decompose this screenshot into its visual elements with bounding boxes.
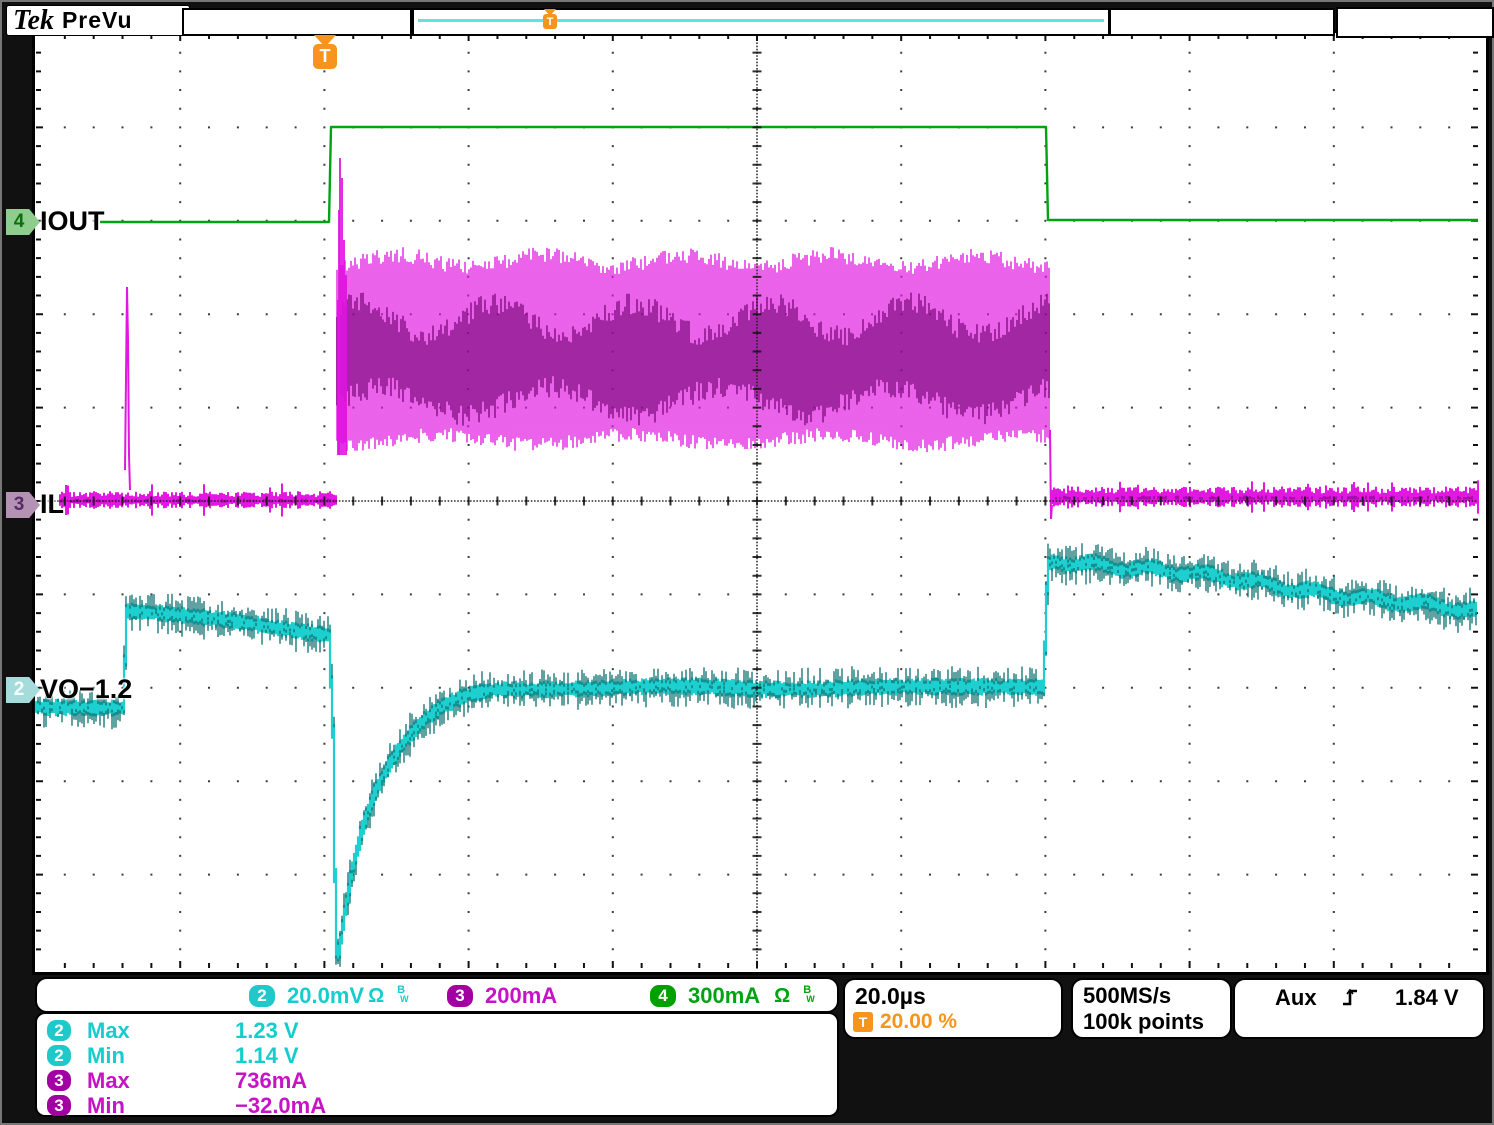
trace-label-il: IL [40,489,64,520]
waveform-overview-bar[interactable] [412,8,1110,36]
trigger-t-icon: T [543,14,557,29]
overview-trigger-marker[interactable]: T [543,9,557,29]
measurement-value: 1.14 V [235,1043,299,1069]
top-readout-blank-left [182,8,412,36]
tek-logo-box: Tek PreVu [6,5,190,36]
measurement-name: Min [87,1043,125,1069]
channel-scale-readout-bar: 2 20.0mVΩBW 3 200mA 4 300mAΩBW [35,977,839,1013]
trigger-t-icon: T [853,1012,873,1032]
trace-label-vo: VO−1.2 [40,674,132,705]
trigger-level-value: 1.84 V [1395,985,1459,1011]
trigger-position-flag[interactable]: T [313,35,337,69]
measurement-value: −32.0mA [235,1093,326,1119]
top-readout-blank-right [1109,8,1335,36]
trigger-t-icon: T [313,44,337,69]
measurement-row: 3 Min −32.0mA [37,1093,837,1118]
bandwidth-limit-icon: BW [803,985,815,1004]
channel-2-scale: 20.0mV [287,983,364,1009]
overview-waveform-line [418,19,1104,22]
ohm-coupling-icon: Ω [368,985,384,1008]
trigger-position-readout: T 20.00 % [853,1010,957,1034]
rising-edge-icon [1341,987,1359,1012]
measurement-name: Max [87,1018,130,1044]
trigger-source-readout-box[interactable]: Aux 1.84 V [1233,978,1485,1039]
channel-3-scale-readout[interactable]: 3 200mA [447,983,557,1009]
channel-3-scale: 200mA [485,983,557,1009]
record-length: 100k points [1083,1009,1204,1035]
timebase-scale: 20.0µs [855,983,926,1010]
timebase-readout-box[interactable]: 20.0µs T 20.00 % [843,978,1063,1039]
channel-4-scale: 300mA [688,983,760,1009]
measurement-name: Max [87,1068,130,1094]
top-readout-blank-far-right [1336,7,1494,38]
channel-4-scale-readout[interactable]: 4 300mA Ω BW [650,983,815,1009]
measurement-readout-box: 2 Max 1.23 V 2 Min 1.14 V 3 Max 736mA 3 … [35,1012,839,1117]
channel-2-badge: 2 [47,1020,71,1041]
channel-3-badge: 3 [447,985,473,1007]
bandwidth-limit-icon: BW [397,985,409,1004]
tek-brand: Tek [13,5,54,37]
trigger-source-label: Aux [1275,985,1317,1011]
trigger-position-percent: 20.00 % [880,1010,957,1034]
measurement-name: Min [87,1093,125,1119]
channel-2-scale-readout[interactable]: 2 20.0mVΩ BW [249,983,409,1009]
channel-3-badge: 3 [47,1095,71,1116]
measurement-value: 736mA [235,1068,307,1094]
measurement-row: 2 Max 1.23 V [37,1018,837,1043]
channel-2-badge: 2 [47,1045,71,1066]
channel-4-badge: 4 [650,985,676,1007]
acquisition-readout-box[interactable]: 500MS/s 100k points [1071,978,1232,1039]
oscilloscope-screen: Tek PreVu T T 4 3 2 IOUT IL VO−1.2 2 20.… [0,0,1494,1125]
channel-2-badge: 2 [249,985,275,1007]
trace-label-iout: IOUT [40,206,105,237]
measurement-row: 2 Min 1.14 V [37,1043,837,1068]
acquisition-mode-label: PreVu [62,7,133,34]
sample-rate: 500MS/s [1083,983,1171,1009]
ohm-coupling-icon: Ω [774,985,790,1008]
graticule-display [0,0,1494,1125]
measurement-row: 3 Max 736mA [37,1068,837,1093]
measurement-value: 1.23 V [235,1018,299,1044]
channel-3-badge: 3 [47,1070,71,1091]
